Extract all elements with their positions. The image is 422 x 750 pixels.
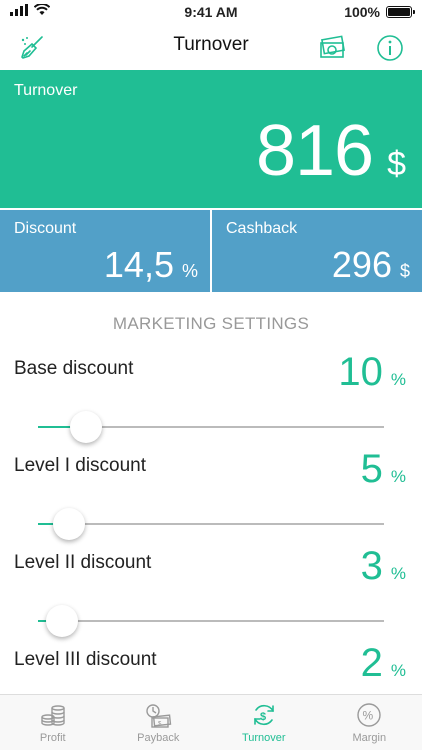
cashback-number: 296 <box>331 244 392 285</box>
payback-icon: $ <box>146 704 172 728</box>
nav-title: Turnover <box>173 34 249 55</box>
setting-value: 2 % <box>361 641 406 686</box>
setting-unit: % <box>390 467 406 486</box>
turnover-tile: Turnover 816 $ <box>0 70 422 208</box>
tab-payback[interactable]: $ Payback <box>106 695 212 750</box>
setting-unit: % <box>390 661 406 680</box>
percent-icon: % <box>357 703 381 727</box>
setting-base-discount: Base discount 10 % <box>0 350 422 455</box>
slider-track <box>38 620 384 622</box>
discount-value: 14,5 % <box>104 244 198 286</box>
turnover-label: Turnover <box>14 82 78 99</box>
svg-text:$: $ <box>260 711 266 723</box>
setting-number: 3 <box>360 544 383 588</box>
money-icon[interactable] <box>318 34 346 62</box>
setting-label: Level II discount <box>14 552 152 573</box>
setting-label: Level I discount <box>14 455 147 476</box>
cashback-tile: Cashback 296 $ <box>212 210 422 292</box>
discount-number: 14,5 <box>103 244 174 285</box>
cashback-label: Cashback <box>226 220 298 237</box>
cashback-value: 296 $ <box>332 244 410 286</box>
tab-label: Payback <box>137 732 180 744</box>
setting-label: Base discount <box>14 358 134 379</box>
level-2-discount-slider[interactable] <box>38 602 384 642</box>
dollar-cycle-icon: $ <box>253 704 274 726</box>
setting-unit: % <box>390 564 406 583</box>
nav-bar: Turnover <box>0 24 422 70</box>
setting-level-2-discount: Level II discount 3 % <box>0 544 422 649</box>
setting-value: 3 % <box>361 544 406 589</box>
setting-number: 10 <box>338 350 383 394</box>
tab-turnover[interactable]: $ Turnover <box>211 695 317 750</box>
section-title: MARKETING SETTINGS <box>112 314 310 333</box>
setting-value: 10 % <box>338 350 406 395</box>
tab-label: Turnover <box>241 732 286 744</box>
battery-icon <box>386 6 415 18</box>
discount-label: Discount <box>14 220 77 237</box>
battery-percent: 100% <box>344 4 380 20</box>
status-bar: 9:41 AM 100% <box>0 0 422 24</box>
slider-thumb[interactable] <box>46 605 79 637</box>
setting-number: 5 <box>360 447 383 491</box>
slider-thumb[interactable] <box>70 411 103 443</box>
coins-icon <box>41 705 65 726</box>
cashback-unit: $ <box>399 261 410 281</box>
tab-label: Profit <box>39 732 66 744</box>
slider-track <box>38 523 384 525</box>
svg-text:%: % <box>363 709 374 723</box>
setting-number: 2 <box>360 641 383 685</box>
status-right: 100% <box>344 4 415 20</box>
discount-unit: % <box>181 261 198 281</box>
turnover-unit: $ <box>387 145 406 183</box>
tab-label: Margin <box>352 732 387 744</box>
info-icon[interactable] <box>376 34 404 62</box>
base-discount-slider[interactable] <box>38 408 384 448</box>
tab-bar: Profit $ Payback $ Turnover % Margin <box>0 694 422 750</box>
level-1-discount-slider[interactable] <box>38 505 384 545</box>
setting-unit: % <box>390 370 406 389</box>
tab-profit[interactable]: Profit <box>0 695 106 750</box>
tab-margin[interactable]: % Margin <box>317 695 422 750</box>
setting-label: Level III discount <box>14 649 157 670</box>
turnover-value: 816 $ <box>256 110 406 192</box>
setting-level-1-discount: Level I discount 5 % <box>0 447 422 552</box>
setting-value: 5 % <box>361 447 406 492</box>
slider-thumb[interactable] <box>53 508 86 540</box>
turnover-number: 816 <box>255 111 374 191</box>
discount-tile: Discount 14,5 % <box>0 210 210 292</box>
